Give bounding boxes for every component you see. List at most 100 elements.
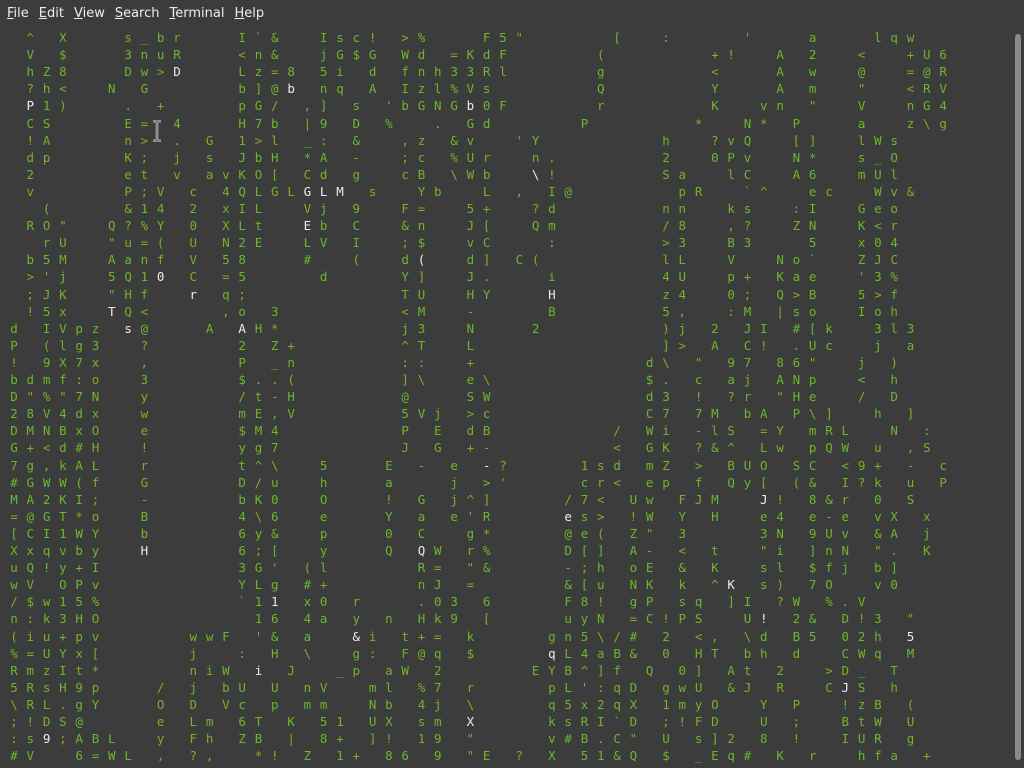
menu-terminal[interactable]: Terminal — [165, 0, 230, 28]
rain-glyph: F — [564, 594, 572, 610]
rain-glyph: , — [205, 748, 214, 764]
rain-glyph: A — [776, 47, 784, 63]
rain-glyph: j — [189, 645, 198, 661]
rain-glyph: Q — [727, 474, 735, 490]
rain-glyph: " — [645, 525, 654, 541]
rain-glyph: 9 — [434, 748, 442, 764]
rain-glyph: U — [760, 714, 768, 729]
rain-glyph: / — [238, 389, 246, 405]
rain-glyph: p — [319, 525, 328, 541]
rain-glyph: M — [26, 423, 35, 439]
rain-glyph: 9 — [450, 611, 458, 627]
rain-glyph: ! — [26, 714, 35, 729]
rain-glyph: Y — [91, 696, 100, 712]
rain-glyph: x — [75, 645, 83, 661]
rain-glyph: " — [466, 560, 475, 576]
terminal-viewport[interactable]: ^ Xs _ b r I ` & Is c! >% F 5 "[: ' a l q w V $3 n u R < n & j G $ G Wd… — [0, 28, 1012, 768]
rain-glyph: C — [890, 252, 898, 268]
rain-glyph: 7 — [271, 440, 279, 456]
rain-glyph: 6 — [238, 525, 246, 541]
rain-glyph: N — [629, 577, 638, 593]
rain-glyph: f — [156, 252, 165, 268]
rain-glyph: + — [466, 354, 475, 370]
rain-glyph: C — [482, 235, 491, 251]
rain-glyph: O — [42, 218, 51, 234]
menu-terminal-label: erminal — [175, 6, 225, 21]
rain-glyph: D — [841, 662, 850, 678]
rain-glyph: = — [271, 64, 279, 80]
rain-glyph: z — [417, 132, 426, 148]
rain-glyph: 2 — [662, 149, 670, 165]
menu-edit[interactable]: Edit — [34, 0, 69, 28]
rain-glyph: 3 — [417, 320, 426, 336]
rain-glyph: : — [923, 423, 931, 439]
rain-glyph: v — [222, 166, 230, 182]
rain-glyph: A — [42, 132, 51, 148]
rain-glyph: ! — [26, 132, 35, 148]
rain-glyph: X — [10, 543, 18, 558]
rain-glyph: ) — [662, 320, 670, 336]
rain-glyph: d — [792, 645, 801, 661]
rain-glyph: x — [857, 235, 866, 251]
rain-glyph: e — [808, 508, 817, 524]
rain-glyph: ^ — [26, 30, 35, 45]
rain-glyph: n — [254, 47, 263, 63]
rain-glyph: $ — [352, 47, 361, 63]
menu-search[interactable]: Search — [110, 0, 165, 28]
rain-glyph: e — [466, 372, 475, 387]
rain-glyph: w — [906, 30, 915, 45]
rain-glyph: d — [760, 628, 768, 644]
rain-glyph: I — [841, 474, 850, 490]
vertical-scrollbar[interactable] — [1012, 28, 1024, 768]
rain-glyph: \ — [597, 628, 605, 644]
rain-glyph: @ — [75, 714, 83, 729]
rain-glyph: t — [743, 662, 752, 678]
menu-bar: File Edit View Search Terminal Help — [0, 0, 1024, 28]
rain-glyph: W — [401, 662, 409, 678]
rain-glyph: b — [319, 218, 328, 234]
rain-glyph: a — [124, 252, 132, 268]
rain-glyph: N — [890, 423, 898, 439]
rain-glyph: I — [401, 81, 409, 97]
rain-glyph: " — [26, 389, 35, 405]
scrollbar-thumb[interactable] — [1015, 34, 1021, 760]
rain-glyph: R — [776, 679, 784, 695]
rain-glyph: I — [42, 525, 51, 541]
rain-glyph: % — [385, 115, 393, 131]
rain-glyph: 8 — [678, 218, 687, 234]
rain-glyph: l — [727, 166, 735, 182]
menu-view[interactable]: View — [69, 0, 110, 28]
rain-glyph: D — [629, 714, 638, 729]
rain-glyph: I — [238, 30, 246, 45]
rain-head-glyph: s — [124, 320, 132, 336]
rain-glyph: / — [857, 389, 866, 405]
rain-glyph: ^ — [760, 183, 768, 199]
rain-glyph: W — [857, 645, 866, 661]
rain-glyph: O — [711, 696, 719, 712]
rain-glyph: F — [499, 98, 507, 114]
rain-glyph: T — [254, 714, 263, 729]
rain-glyph: 0 — [271, 491, 279, 507]
rain-glyph: p — [808, 372, 817, 387]
rain-glyph: C — [743, 166, 752, 182]
rain-glyph: E — [254, 406, 263, 422]
rain-glyph: R — [923, 81, 931, 97]
rain-glyph: H — [711, 508, 719, 524]
rain-glyph: . — [597, 731, 605, 747]
rain-glyph: v — [91, 577, 100, 593]
rain-glyph: E — [531, 662, 540, 678]
rain-glyph: m — [238, 406, 246, 422]
rain-glyph: Y — [711, 81, 719, 97]
rain-glyph: w — [205, 628, 214, 644]
rain-glyph: r — [808, 748, 817, 764]
menu-help[interactable]: Help — [229, 0, 269, 28]
rain-glyph: I — [743, 594, 752, 610]
rain-glyph: n — [303, 679, 312, 695]
rain-glyph: t — [238, 457, 246, 473]
rain-glyph: : — [401, 354, 409, 370]
rain-glyph: T — [711, 645, 719, 661]
rain-glyph: J — [434, 577, 442, 593]
menu-file[interactable]: File — [2, 0, 34, 28]
rain-head-glyph: - — [482, 457, 491, 473]
rain-glyph: P — [580, 115, 589, 131]
